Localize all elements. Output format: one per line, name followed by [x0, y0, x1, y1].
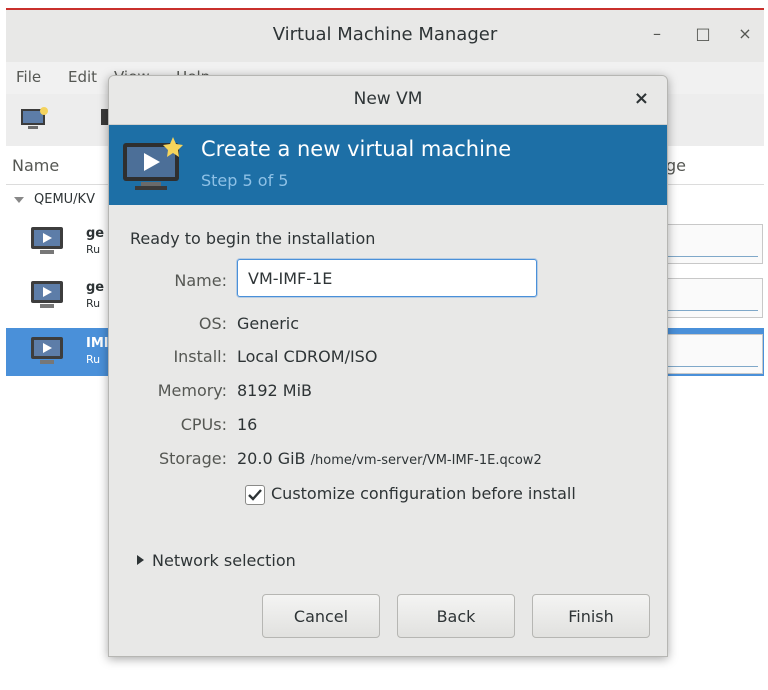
- menu-file[interactable]: File: [16, 68, 41, 86]
- memory-value: 8192 MiB: [237, 381, 313, 400]
- storage-path: /home/vm-server/VM-IMF-1E.qcow2: [310, 453, 542, 468]
- banner-title: Create a new virtual machine: [201, 137, 512, 161]
- vm-status: Ru: [86, 297, 101, 310]
- column-name[interactable]: Name: [12, 156, 59, 175]
- storage-label: Storage:: [159, 449, 227, 468]
- name-label: Name:: [174, 271, 227, 290]
- vm-name-input[interactable]: [237, 259, 537, 297]
- new-vm-icon[interactable]: [20, 106, 50, 132]
- os-value: Generic: [237, 314, 300, 333]
- vm-monitor-icon: [31, 281, 63, 308]
- main-titlebar: Virtual Machine Manager – □ ×: [6, 8, 764, 63]
- vm-monitor-icon: [31, 337, 63, 364]
- storage-size: 20.0 GiB: [237, 449, 306, 468]
- vm-name: IMI: [86, 336, 109, 351]
- cpu-usage-graph: [661, 334, 763, 374]
- cpus-value: 16: [237, 415, 258, 434]
- back-button[interactable]: Back: [397, 594, 515, 638]
- cpu-usage-graph: [661, 278, 763, 318]
- vm-name: ge: [86, 226, 105, 241]
- cancel-button[interactable]: Cancel: [262, 594, 380, 638]
- minimize-button[interactable]: –: [646, 24, 668, 43]
- finish-button[interactable]: Finish: [532, 594, 650, 638]
- cpus-label: CPUs:: [180, 415, 227, 434]
- connection-label: QEMU/KV: [34, 192, 95, 207]
- customize-label: Customize configuration before install: [271, 484, 576, 503]
- wizard-banner: Create a new virtual machine Step 5 of 5: [109, 125, 667, 205]
- storage-value: 20.0 GiB /home/vm-server/VM-IMF-1E.qcow2: [237, 449, 542, 468]
- os-label: OS:: [198, 314, 227, 333]
- dialog-titlebar: New VM ×: [109, 76, 667, 125]
- close-button[interactable]: ×: [734, 24, 756, 43]
- checkmark-icon: [248, 489, 262, 501]
- maximize-button[interactable]: □: [692, 24, 714, 43]
- customize-checkbox[interactable]: [245, 485, 265, 505]
- ready-heading: Ready to begin the installation: [130, 229, 376, 248]
- new-vm-icon: [123, 137, 183, 190]
- step-indicator: Step 5 of 5: [201, 171, 289, 190]
- dialog-title: New VM: [353, 89, 423, 109]
- cpu-usage-graph: [661, 224, 763, 264]
- expander-right-icon: [137, 554, 144, 565]
- network-selection-expander[interactable]: Network selection: [137, 551, 296, 570]
- network-selection-label: Network selection: [152, 551, 296, 570]
- vm-status: Ru: [86, 243, 101, 256]
- install-value: Local CDROM/ISO: [237, 347, 378, 366]
- menu-edit[interactable]: Edit: [68, 68, 97, 86]
- dialog-close-button[interactable]: ×: [634, 88, 649, 109]
- install-label: Install:: [173, 347, 227, 366]
- new-vm-dialog: New VM × Create a new virtual machine St…: [108, 75, 668, 657]
- memory-label: Memory:: [157, 381, 227, 400]
- expander-down-icon[interactable]: [14, 197, 24, 205]
- vm-status: Ru: [86, 353, 101, 366]
- vm-name: ge: [86, 280, 105, 295]
- vm-monitor-icon: [31, 227, 63, 254]
- column-usage[interactable]: ge: [666, 156, 686, 175]
